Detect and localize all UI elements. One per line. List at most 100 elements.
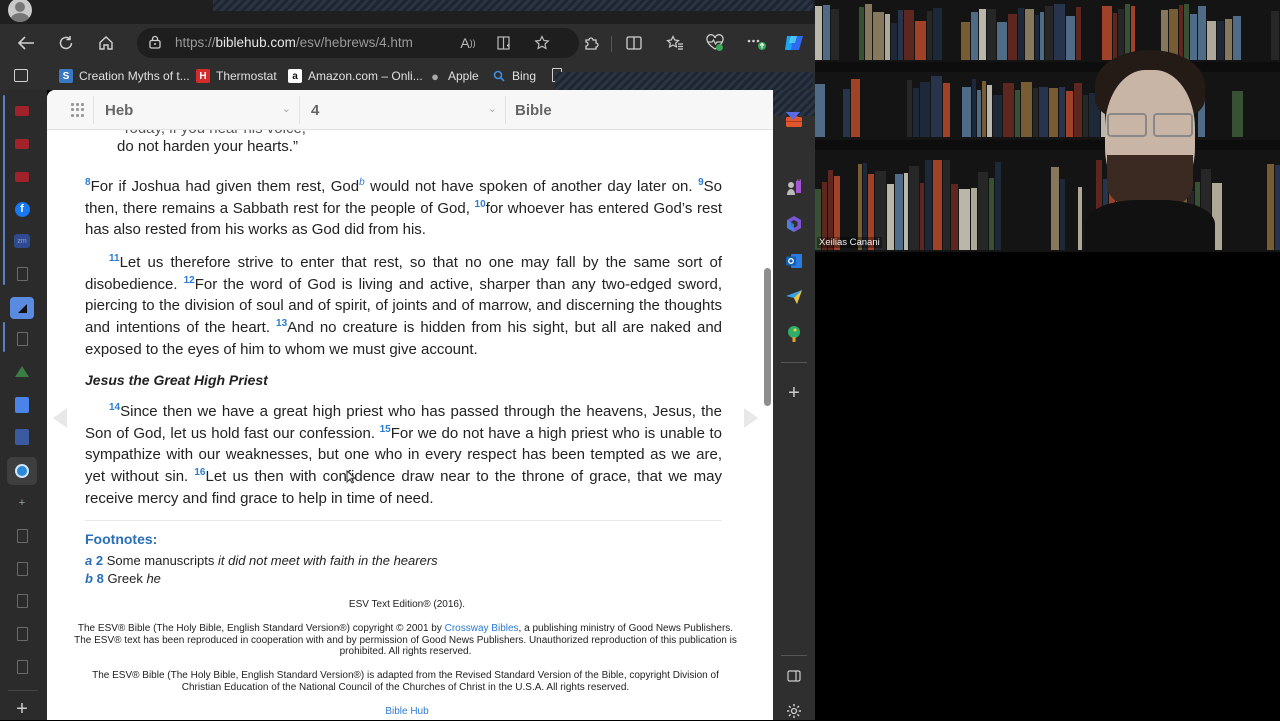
book-spine xyxy=(907,80,912,137)
favorite-star-icon[interactable] xyxy=(532,33,552,53)
footnote-verse-link[interactable]: 2 xyxy=(96,553,103,568)
new-tab-group-icon[interactable]: + xyxy=(13,494,31,512)
verse-number[interactable]: 10 xyxy=(475,199,486,210)
book-spine xyxy=(1025,9,1034,60)
webcam-video-feed: Xeilias Canani xyxy=(815,0,1280,252)
verse-number[interactable]: 11 xyxy=(109,253,120,264)
immersive-reader-icon[interactable] xyxy=(495,33,515,53)
bookmark-thermostat[interactable]: H Thermostat xyxy=(196,67,277,85)
active-app-tab-icon[interactable] xyxy=(10,297,34,319)
menu-grid-icon[interactable] xyxy=(71,103,85,117)
new-tab-plus-icon[interactable]: + xyxy=(13,698,31,720)
google-drive-tab-icon[interactable] xyxy=(13,362,31,380)
split-screen-button[interactable] xyxy=(622,31,646,55)
crossway-bibles-link[interactable]: Crossway Bibles xyxy=(445,623,519,634)
footnote-letter-link[interactable]: b xyxy=(85,571,93,586)
home-icon xyxy=(99,36,113,50)
address-bar[interactable]: https://biblehub.com/esv/hebrews/4.htm A… xyxy=(137,28,579,58)
extensions-button[interactable] xyxy=(579,31,603,55)
add-sidebar-app-icon[interactable]: + xyxy=(785,382,803,404)
bookmark-amazon[interactable]: a Amazon.com – Onli... xyxy=(288,67,423,85)
book-spine xyxy=(859,7,864,60)
bible-hub-link[interactable]: Bible Hub xyxy=(67,706,747,718)
outlook-icon[interactable] xyxy=(785,252,803,270)
tab-actions-icon[interactable] xyxy=(14,69,28,82)
bookmark-label: Bing xyxy=(512,69,537,83)
home-button[interactable] xyxy=(94,31,118,55)
refresh-button[interactable] xyxy=(54,31,78,55)
lock-icon[interactable] xyxy=(149,35,161,49)
page-tab-icon[interactable] xyxy=(13,560,31,578)
microsoft-365-icon[interactable] xyxy=(785,215,803,233)
book-spine xyxy=(1078,187,1082,250)
bookmark-label: Creation Myths of t... xyxy=(79,69,190,83)
youtube-tab-icon[interactable] xyxy=(13,102,31,120)
footnote-italic-text: he xyxy=(146,571,161,586)
bookmark-creation-myths[interactable]: S Creation Myths of t... xyxy=(59,67,190,85)
url-text[interactable]: https://biblehub.com/esv/hebrews/4.htm xyxy=(175,35,413,50)
scrollbar-thumb[interactable] xyxy=(764,268,771,406)
hide-sidebar-icon[interactable] xyxy=(785,667,803,685)
page-tab-icon[interactable] xyxy=(13,658,31,676)
favorites-button[interactable] xyxy=(663,31,687,55)
bookmark-bing[interactable]: Bing xyxy=(492,67,536,85)
paragraph-verses-8-10: 8For if Joshua had given them rest, Godb… xyxy=(85,176,722,241)
back-button[interactable] xyxy=(14,31,38,55)
more-menu-button[interactable] xyxy=(745,31,769,55)
verse-number[interactable]: 15 xyxy=(380,424,391,435)
book-spine xyxy=(982,81,986,137)
sidebar-app-icon[interactable] xyxy=(786,112,800,120)
verse-number[interactable]: 14 xyxy=(109,402,120,413)
page-scrollbar[interactable] xyxy=(761,90,773,720)
page-tab-icon[interactable] xyxy=(13,527,31,545)
copilot-button[interactable] xyxy=(781,31,807,55)
verse-number[interactable]: 16 xyxy=(194,467,205,478)
zm-tab-icon[interactable]: zm xyxy=(13,232,31,250)
book-spine xyxy=(997,22,1007,60)
book-select[interactable]: Heb ⌄ xyxy=(93,96,299,124)
page-tab-icon[interactable] xyxy=(13,265,31,283)
book-spine xyxy=(1049,88,1058,137)
footnote-verse-link[interactable]: 8 xyxy=(97,571,104,586)
tab-group-indicator xyxy=(3,95,5,285)
browser-essentials-button[interactable] xyxy=(703,31,727,55)
page-tab-icon[interactable] xyxy=(13,330,31,348)
read-aloud-icon[interactable]: A)) xyxy=(458,33,478,53)
book-spine xyxy=(987,9,996,60)
docs-tab-icon[interactable] xyxy=(13,396,31,414)
biblehub-active-tab-icon[interactable] xyxy=(7,457,37,485)
bookmark-apple[interactable]: ● Apple xyxy=(428,67,479,85)
profile-avatar-icon[interactable] xyxy=(8,0,32,22)
verse-number[interactable]: 13 xyxy=(276,318,287,329)
bible-navigation-toolbar: Heb ⌄ 4 ⌄ Bible xyxy=(47,90,773,130)
settings-gear-icon[interactable] xyxy=(785,702,803,720)
book-spine xyxy=(959,189,970,250)
footnote-b: b 8 Greek he xyxy=(85,571,161,586)
favorites-list-icon xyxy=(666,35,683,50)
docs-tab-icon[interactable] xyxy=(13,428,31,446)
cs-favicon: S xyxy=(59,69,73,83)
chapter-select[interactable]: 4 ⌄ xyxy=(299,96,505,124)
sidebar-divider xyxy=(8,690,38,691)
book-spine xyxy=(972,79,976,137)
youtube-tab-icon[interactable] xyxy=(13,168,31,186)
tree-icon[interactable] xyxy=(785,325,803,343)
previous-chapter-arrow[interactable] xyxy=(53,408,67,428)
bookmark-label: Thermostat xyxy=(216,69,277,83)
bookmark-label: Apple xyxy=(448,69,479,83)
page-tab-icon[interactable] xyxy=(13,625,31,643)
book-spine xyxy=(979,9,986,60)
footnote-letter-link[interactable]: a xyxy=(85,553,92,568)
page-tab-icon[interactable] xyxy=(13,592,31,610)
verse-number[interactable]: 12 xyxy=(184,275,195,286)
youtube-tab-icon[interactable] xyxy=(13,135,31,153)
version-select[interactable]: Bible xyxy=(505,96,565,124)
next-chapter-arrow[interactable] xyxy=(744,408,758,428)
book-spine xyxy=(904,10,914,60)
book-spine xyxy=(904,173,908,250)
games-chess-icon[interactable] xyxy=(785,178,803,196)
book-spine xyxy=(1275,165,1280,250)
send-plane-icon[interactable] xyxy=(785,288,803,306)
facebook-tab-icon[interactable]: f xyxy=(13,200,31,218)
book-spine xyxy=(1217,21,1224,60)
